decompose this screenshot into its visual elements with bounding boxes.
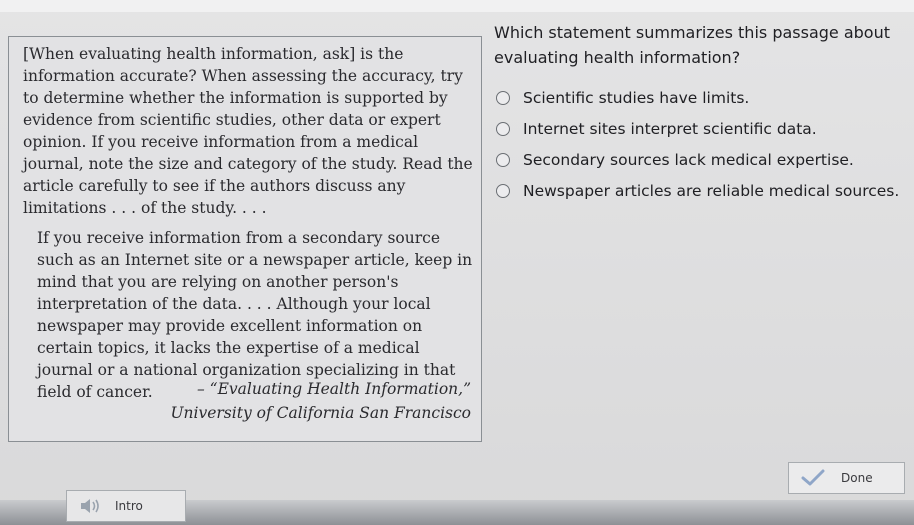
radio-button[interactable] bbox=[496, 153, 510, 167]
attribution-title: – “Evaluating Health Information,” bbox=[196, 380, 471, 398]
answer-option-3[interactable]: Secondary sources lack medical expertise… bbox=[496, 148, 912, 172]
answer-option-1[interactable]: Scientific studies have limits. bbox=[496, 86, 912, 110]
done-button-label: Done bbox=[841, 471, 873, 485]
quiz-page: [When evaluating health information, ask… bbox=[0, 0, 914, 525]
question-text: Which statement summarizes this passage … bbox=[494, 23, 890, 67]
intro-button[interactable]: Intro bbox=[66, 490, 186, 522]
speaker-icon bbox=[81, 499, 99, 513]
attribution-source: University of California San Francisco bbox=[170, 404, 471, 422]
radio-button[interactable] bbox=[496, 91, 510, 105]
radio-button[interactable] bbox=[496, 122, 510, 136]
answer-option-label: Newspaper articles are reliable medical … bbox=[523, 182, 900, 200]
answer-option-label: Scientific studies have limits. bbox=[523, 89, 750, 107]
radio-button[interactable] bbox=[496, 184, 510, 198]
done-button[interactable]: Done bbox=[788, 462, 905, 494]
answer-options: Scientific studies have limits. Internet… bbox=[496, 86, 912, 210]
passage-box: [When evaluating health information, ask… bbox=[8, 36, 482, 442]
passage-attribution: – “Evaluating Health Information,” Unive… bbox=[170, 377, 471, 425]
passage-paragraph-1: [When evaluating health information, ask… bbox=[23, 45, 473, 217]
answer-option-label: Internet sites interpret scientific data… bbox=[523, 120, 817, 138]
check-icon bbox=[801, 469, 825, 486]
top-strip bbox=[0, 0, 914, 12]
answer-option-label: Secondary sources lack medical expertise… bbox=[523, 151, 854, 169]
answer-option-2[interactable]: Internet sites interpret scientific data… bbox=[496, 117, 912, 141]
intro-button-label: Intro bbox=[115, 499, 143, 513]
answer-option-4[interactable]: Newspaper articles are reliable medical … bbox=[496, 179, 912, 203]
